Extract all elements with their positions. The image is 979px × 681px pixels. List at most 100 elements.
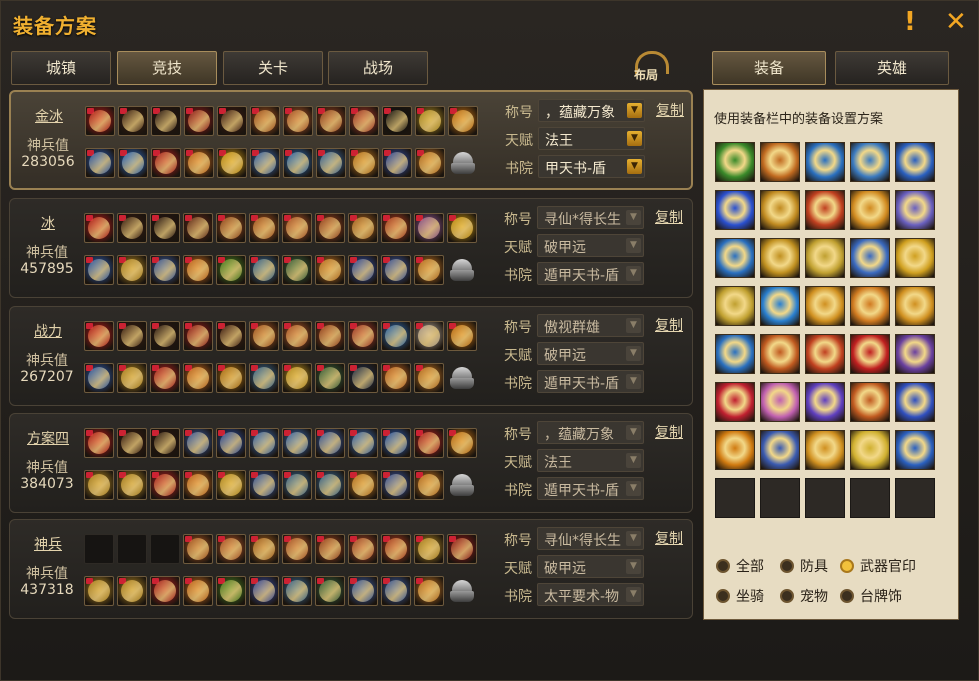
equipment-slot[interactable]: [316, 148, 346, 178]
inventory-item[interactable]: [805, 334, 845, 374]
empty-equipment-slot[interactable]: [117, 534, 147, 564]
copy-button[interactable]: 复制: [655, 207, 683, 227]
select-title[interactable]: ，蕴藏万象 ▼: [537, 421, 644, 444]
equipment-slot[interactable]: [348, 470, 378, 500]
inventory-item[interactable]: [715, 238, 755, 278]
equipment-slot[interactable]: [282, 428, 312, 458]
equipment-slot[interactable]: [349, 106, 379, 136]
equipment-slot[interactable]: [282, 213, 312, 243]
inventory-item[interactable]: [850, 286, 890, 326]
inventory-item[interactable]: [715, 382, 755, 422]
equipment-slot[interactable]: [348, 428, 378, 458]
inventory-item[interactable]: [805, 382, 845, 422]
select-academy[interactable]: 甲天书-盾 ▼: [538, 155, 645, 178]
equipment-slot[interactable]: [414, 255, 444, 285]
helmet-icon[interactable]: [448, 148, 478, 178]
equipment-slot[interactable]: [249, 213, 279, 243]
inventory-item[interactable]: [805, 238, 845, 278]
equipment-slot[interactable]: [151, 148, 181, 178]
equipment-slot[interactable]: [381, 576, 411, 606]
layout-button[interactable]: 布局: [629, 51, 671, 85]
inventory-item[interactable]: [805, 430, 845, 470]
inventory-item[interactable]: [760, 334, 800, 374]
equipment-slot[interactable]: [315, 576, 345, 606]
equipment-slot[interactable]: [183, 255, 213, 285]
inventory-item[interactable]: [715, 142, 755, 182]
inventory-item[interactable]: [850, 190, 890, 230]
chevron-down-icon[interactable]: ▼: [626, 481, 641, 496]
equipment-slot[interactable]: [249, 321, 279, 351]
equipment-slot[interactable]: [249, 428, 279, 458]
plan-row[interactable]: 战力 神兵值 267207 称号 傲视群雄 ▼ 天赋 破甲远 ▼ 书院 遁甲天书-盾 ▼ 复制: [9, 306, 693, 406]
equipment-slot[interactable]: [315, 534, 345, 564]
copy-button[interactable]: 复制: [655, 528, 683, 548]
equipment-slot[interactable]: [381, 321, 411, 351]
equipment-slot[interactable]: [249, 470, 279, 500]
equipment-slot[interactable]: [447, 213, 477, 243]
equipment-slot[interactable]: [84, 255, 114, 285]
equipment-slot[interactable]: [118, 148, 148, 178]
plan-name[interactable]: 战力: [20, 321, 76, 341]
equipment-slot[interactable]: [216, 363, 246, 393]
inventory-item[interactable]: [805, 142, 845, 182]
equipment-slot[interactable]: [381, 363, 411, 393]
help-icon[interactable]: !: [904, 7, 916, 37]
tab-hero[interactable]: 英雄: [835, 51, 949, 85]
chevron-down-icon[interactable]: ▼: [626, 346, 641, 361]
equipment-slot[interactable]: [381, 470, 411, 500]
equipment-slot[interactable]: [381, 534, 411, 564]
equipment-slot[interactable]: [250, 148, 280, 178]
inventory-item[interactable]: [760, 142, 800, 182]
equipment-slot[interactable]: [282, 363, 312, 393]
equipment-slot[interactable]: [117, 213, 147, 243]
select-academy[interactable]: 太平要术-物 ▼: [537, 583, 644, 606]
inventory-item[interactable]: [715, 334, 755, 374]
filter-radio[interactable]: 坐骑: [716, 586, 764, 606]
equipment-slot[interactable]: [382, 106, 412, 136]
equipment-slot[interactable]: [150, 470, 180, 500]
equipment-slot[interactable]: [118, 106, 148, 136]
copy-button[interactable]: 复制: [655, 422, 683, 442]
select-title[interactable]: ，蕴藏万象 ▼: [538, 99, 645, 122]
plan-name[interactable]: 金冰: [21, 106, 77, 126]
equipment-slot[interactable]: [315, 363, 345, 393]
equipment-slot[interactable]: [150, 255, 180, 285]
inventory-item[interactable]: [895, 238, 935, 278]
equipment-slot[interactable]: [216, 255, 246, 285]
equipment-slot[interactable]: [249, 363, 279, 393]
equipment-slot[interactable]: [447, 321, 477, 351]
chevron-down-icon[interactable]: ▼: [626, 587, 641, 602]
helmet-icon[interactable]: [447, 255, 477, 285]
equipment-slot[interactable]: [183, 576, 213, 606]
inventory-item[interactable]: [895, 190, 935, 230]
select-title[interactable]: 寻仙*得长生 ▼: [537, 206, 644, 229]
tab-stage[interactable]: 关卡: [223, 51, 323, 85]
equipment-slot[interactable]: [415, 106, 445, 136]
equipment-slot[interactable]: [183, 363, 213, 393]
chevron-down-icon[interactable]: ▼: [626, 238, 641, 253]
equipment-slot[interactable]: [249, 255, 279, 285]
empty-equipment-slot[interactable]: [150, 534, 180, 564]
equipment-slot[interactable]: [249, 576, 279, 606]
equipment-slot[interactable]: [84, 363, 114, 393]
equipment-slot[interactable]: [282, 576, 312, 606]
inventory-item[interactable]: [850, 334, 890, 374]
inventory-item[interactable]: [895, 334, 935, 374]
equipment-slot[interactable]: [348, 321, 378, 351]
inventory-item[interactable]: [895, 142, 935, 182]
equipment-slot[interactable]: [150, 576, 180, 606]
empty-inventory-slot[interactable]: [895, 478, 935, 518]
helmet-icon[interactable]: [447, 576, 477, 606]
equipment-slot[interactable]: [381, 255, 411, 285]
equipment-slot[interactable]: [184, 106, 214, 136]
helmet-icon[interactable]: [447, 363, 477, 393]
equipment-slot[interactable]: [447, 428, 477, 458]
equipment-slot[interactable]: [282, 255, 312, 285]
equipment-slot[interactable]: [414, 576, 444, 606]
equipment-slot[interactable]: [184, 148, 214, 178]
chevron-down-icon[interactable]: ▼: [626, 318, 641, 333]
equipment-slot[interactable]: [216, 534, 246, 564]
equipment-slot[interactable]: [414, 321, 444, 351]
plan-row[interactable]: 神兵 神兵值 437318 称号 寻仙*得长生 ▼ 天赋 破甲远 ▼ 书院 太平要术-物 ▼ 复制: [9, 519, 693, 619]
inventory-item[interactable]: [895, 430, 935, 470]
